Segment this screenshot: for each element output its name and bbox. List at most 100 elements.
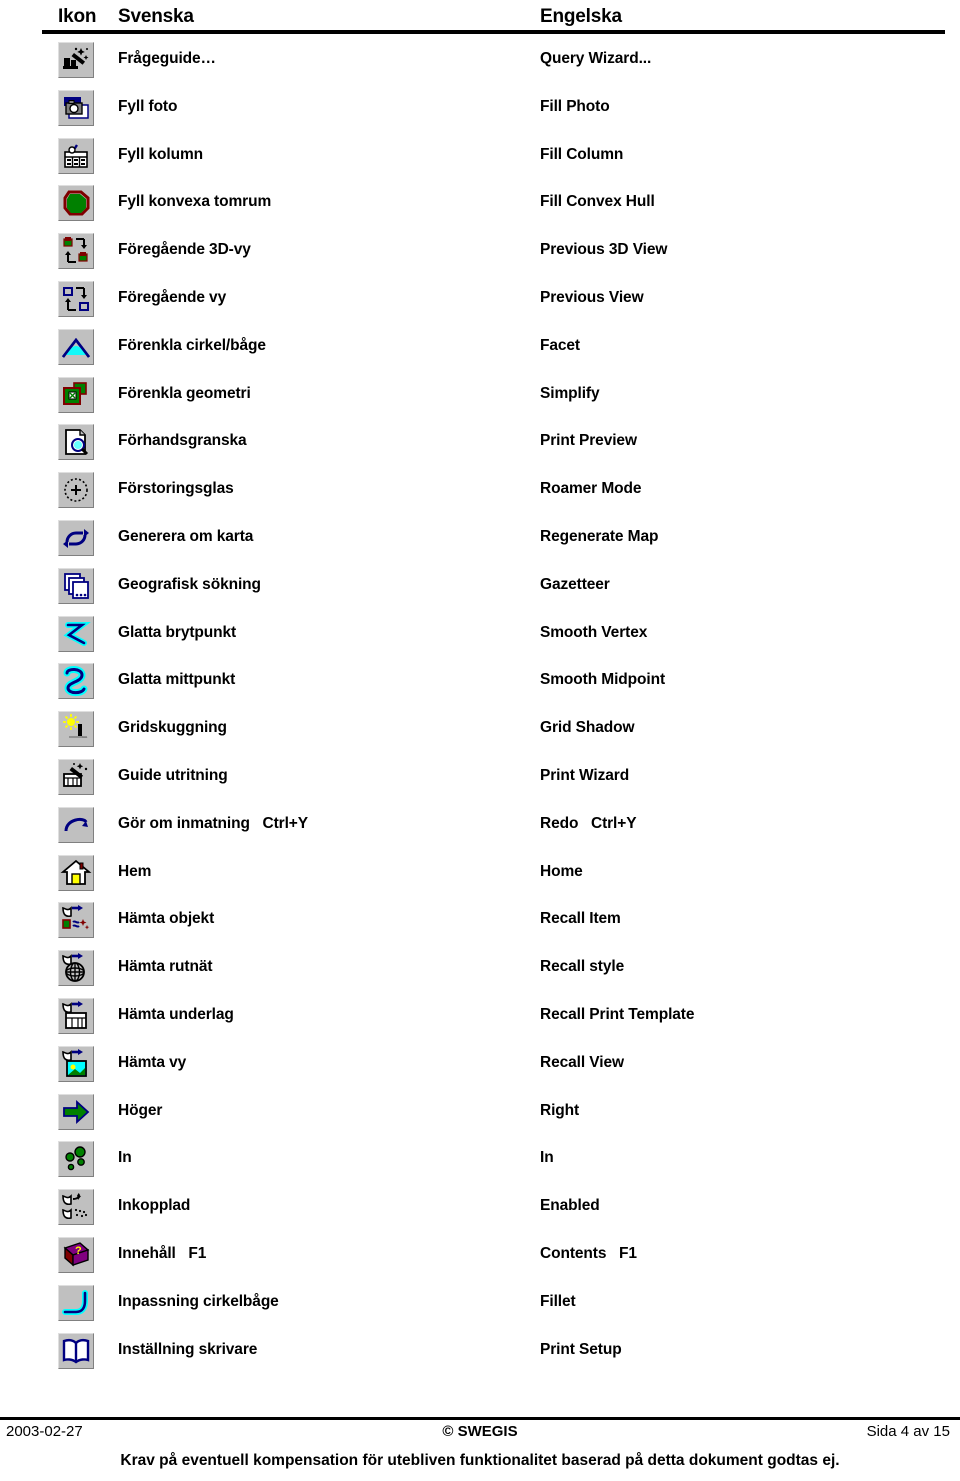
english-label: Grid Shadow [540, 719, 635, 737]
icon-cell [58, 89, 94, 126]
fill-convex-hull-icon [58, 185, 94, 222]
previous-view-icon [58, 280, 94, 317]
svg-text:?: ? [75, 1245, 82, 1257]
table-row: Hämta objekt Recall Item [0, 900, 960, 948]
table-row: ? Innehåll F1 Contents F1 [0, 1235, 960, 1283]
icon-cell [58, 137, 94, 174]
table-row: Generera om karta Regenerate Map [0, 518, 960, 566]
table-row: Gridskuggning Grid Shadow [0, 709, 960, 757]
icon-cell [58, 806, 94, 843]
table-row: Fyll foto Fill Photo [0, 88, 960, 136]
zoom-in-icon [58, 1141, 94, 1178]
enabled-icon [58, 1189, 94, 1226]
swedish-label: Innehåll F1 [118, 1244, 207, 1262]
contents-help-icon: ? [58, 1236, 94, 1273]
table-row: Föregående vy Previous View [0, 279, 960, 327]
recall-item-icon [58, 902, 94, 939]
swedish-label: Frågeguide… [118, 50, 216, 67]
table-row: Glatta mittpunkt Smooth Midpoint [0, 661, 960, 709]
swedish-label: Fyll konvexa tomrum [118, 193, 272, 211]
icon-cell [58, 1284, 94, 1321]
icon-cell [58, 1093, 94, 1130]
icon-cell [58, 185, 94, 222]
table-row: In In [0, 1139, 960, 1187]
table-row: Fyll konvexa tomrum Fill Convex Hull [0, 183, 960, 231]
table-row: Inställning skrivare Print Setup [0, 1331, 960, 1379]
query-wizard-icon [58, 42, 94, 78]
header-rule [42, 30, 945, 34]
smooth-midpoint-icon [58, 663, 94, 700]
fill-column-icon [58, 137, 94, 174]
icon-cell [58, 854, 94, 891]
icon-cell [58, 663, 94, 700]
swedish-label: Inpassning cirkelbåge [118, 1292, 279, 1310]
icon-cell [58, 376, 94, 413]
icon-translation-table: Frågeguide… Query Wizard... Fyll foto Fill … [0, 40, 960, 1378]
swedish-label: Gridskuggning [118, 719, 227, 737]
print-setup-icon [58, 1332, 94, 1369]
facet-icon [58, 328, 94, 365]
recall-view-icon [58, 1045, 94, 1082]
swedish-label: Förstoringsglas [118, 480, 234, 498]
swedish-label: Föregående 3D-vy [118, 241, 251, 259]
footer-rule [0, 1417, 960, 1420]
icon-cell [58, 472, 94, 509]
icon-cell [58, 1332, 94, 1369]
swedish-label: Hämta vy [118, 1053, 187, 1071]
footer-copyright: © SWEGIS [442, 1423, 518, 1440]
swedish-label: Geografisk sökning [118, 575, 261, 593]
icon-cell [58, 950, 94, 987]
print-preview-icon [58, 424, 94, 461]
english-label: Recall Print Template [540, 1005, 695, 1023]
table-row: Hämta rutnät Recall style [0, 948, 960, 996]
table-row: Hämta vy Recall View [0, 1044, 960, 1092]
english-label: Home [540, 862, 583, 880]
print-wizard-icon [58, 758, 94, 795]
english-label: Smooth Midpoint [540, 671, 666, 689]
grid-shadow-icon [58, 711, 94, 748]
icon-cell [58, 1189, 94, 1226]
right-arrow-icon [58, 1093, 94, 1130]
english-label: Previous View [540, 288, 644, 306]
english-label: Roamer Mode [540, 480, 642, 498]
footer-disclaimer: Krav på eventuell kompensation för utebl… [120, 1452, 840, 1469]
table-row: Inpassning cirkelbåge Fillet [0, 1283, 960, 1331]
swedish-label: Guide utritning [118, 766, 228, 784]
english-label: Fill Convex Hull [540, 193, 655, 211]
english-label: Query Wizard... [540, 50, 652, 67]
icon-cell [58, 1045, 94, 1082]
table-row: Glatta brytpunkt Smooth Vertex [0, 614, 960, 662]
regenerate-map-icon [58, 519, 94, 556]
icon-cell [58, 615, 94, 652]
english-label: Print Setup [540, 1340, 622, 1358]
english-label: Fill Photo [540, 97, 610, 115]
swedish-label: Hämta rutnät [118, 958, 213, 976]
icon-cell [58, 424, 94, 461]
english-label: In [540, 1149, 554, 1167]
english-label: Fillet [540, 1292, 576, 1310]
document-page: Ikon Svenska Engelska Frågeguide… Query W… [0, 0, 960, 1481]
english-label: Right [540, 1101, 580, 1119]
swedish-label: Glatta mittpunkt [118, 671, 236, 689]
english-label: Enabled [540, 1197, 600, 1215]
swedish-label: Förhandsgranska [118, 432, 247, 450]
table-row: Inkopplad Enabled [0, 1187, 960, 1235]
column-header-english: Engelska [540, 6, 622, 27]
swedish-label: Förenkla geometri [118, 384, 251, 402]
swedish-label: Föregående vy [118, 288, 227, 306]
table-row: Höger Right [0, 1092, 960, 1140]
english-label: Recall Item [540, 910, 621, 928]
table-row: Geografisk sökning Gazetteer [0, 566, 960, 614]
english-label: Fill Column [540, 145, 624, 163]
swedish-label: Gör om inmatning Ctrl+Y [118, 814, 308, 832]
swedish-label: Hämta objekt [118, 910, 215, 928]
footer-page-number: Sida 4 av 15 [866, 1423, 950, 1440]
fill-photo-icon [58, 89, 94, 126]
column-header-swedish: Svenska [118, 6, 194, 27]
swedish-label: In [118, 1149, 132, 1167]
english-label: Gazetteer [540, 575, 610, 593]
swedish-label: Glatta brytpunkt [118, 623, 237, 641]
icon-cell [58, 280, 94, 317]
roamer-mode-icon [58, 472, 94, 509]
english-label: Regenerate Map [540, 527, 659, 545]
